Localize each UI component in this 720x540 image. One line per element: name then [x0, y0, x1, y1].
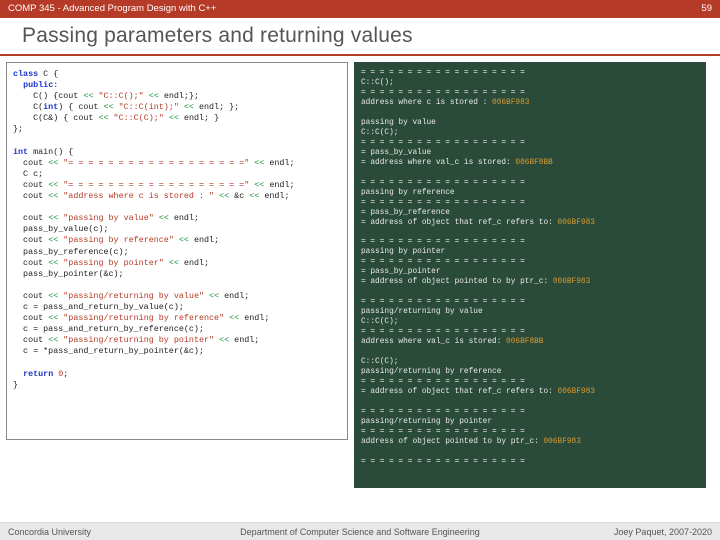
address-value: 006BF8BB: [506, 338, 543, 346]
content-area: class C { public: C() {cout << "C::C();"…: [0, 60, 720, 488]
title-underline: [0, 54, 720, 56]
output-console-box: = = = = = = = = = = = = = = = = = = C::C…: [354, 62, 706, 488]
slide: COMP 345 - Advanced Program Design with …: [0, 0, 720, 540]
kw-class: class: [13, 69, 38, 79]
footer-right: Joey Paquet, 2007-2020: [614, 523, 712, 540]
footer-left: Concordia University: [8, 523, 91, 540]
source-code-box: class C { public: C() {cout << "C::C();"…: [6, 62, 348, 440]
address-value: 006BF8BB: [515, 159, 552, 167]
footer-mid: Department of Computer Science and Softw…: [240, 523, 480, 540]
kw-public: public: [23, 80, 53, 90]
address-value: 006BF983: [558, 388, 595, 396]
kw-return: return: [23, 369, 53, 379]
page-number: 59: [701, 0, 712, 18]
address-value: 006BF983: [492, 99, 529, 107]
footer: Concordia University Department of Compu…: [0, 522, 720, 540]
address-value: 006BF983: [553, 278, 590, 286]
address-value: 006BF983: [558, 219, 595, 227]
course-code: COMP 345 - Advanced Program Design with …: [8, 0, 216, 18]
kw-int: int: [13, 147, 28, 157]
slide-title: Passing parameters and returning values: [0, 18, 720, 54]
topbar: COMP 345 - Advanced Program Design with …: [0, 0, 720, 18]
address-value: 006BF983: [543, 438, 580, 446]
